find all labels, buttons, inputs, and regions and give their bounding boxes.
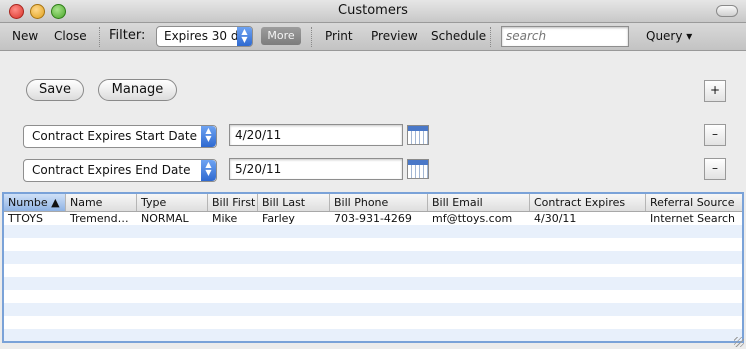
close-button[interactable]: Close [54,29,87,43]
condition-field-value: Contract Expires Start Date [32,129,197,143]
empty-row [4,264,742,277]
updown-arrow-icon: ▲ ▼ [201,160,216,181]
cell-bill-phone: 703-931-4269 [334,212,412,225]
start-date-field[interactable]: 4/20/11 [229,124,403,146]
calendar-icon[interactable] [407,159,429,179]
condition-field-value: Contract Expires End Date [32,163,191,177]
empty-row [4,277,742,290]
toolbar-separator [490,27,492,47]
empty-row [4,329,742,341]
column-header-name[interactable]: Name [66,194,137,211]
more-button[interactable]: More [261,27,301,45]
cell-bill-email: mf@ttoys.com [432,212,513,225]
column-header-bill-phone[interactable]: Bill Phone [330,194,428,211]
empty-row [4,238,742,251]
end-date-field[interactable]: 5/20/11 [229,158,403,180]
cell-bill-last: Farley [262,212,295,225]
column-header-number[interactable]: Numbe ▲ [4,194,66,211]
empty-row [4,303,742,316]
empty-row [4,251,742,264]
toolbar-separator [311,27,313,47]
cell-number: TTOYS [8,212,44,225]
toolbar: New Close Filter: Expires 30 da ▲ ▼ More … [0,23,746,51]
search-field[interactable] [501,26,629,47]
condition-field-select[interactable]: Contract Expires Start Date ▲ ▼ [23,125,217,148]
column-header-bill-email[interactable]: Bill Email [428,194,530,211]
toolbar-separator [99,27,101,47]
search-input[interactable] [506,29,624,43]
cell-name: Tremend… [70,212,129,225]
title-bar: Customers [0,0,746,23]
table-header: Numbe ▲ Name Type Bill First Bill Last B… [4,194,742,212]
print-button[interactable]: Print [325,29,353,43]
cell-bill-first: Mike [212,212,238,225]
customers-window: Customers New Close Filter: Expires 30 d… [0,0,746,349]
customers-table: Numbe ▲ Name Type Bill First Bill Last B… [2,192,744,343]
start-date-value: 4/20/11 [235,128,282,142]
column-header-type[interactable]: Type [137,194,208,211]
calendar-icon[interactable] [407,125,429,145]
column-header-referral-source[interactable]: Referral Source [646,194,742,211]
column-header-bill-last[interactable]: Bill Last [258,194,330,211]
filter-select-value: Expires 30 da [164,29,246,43]
updown-arrow-icon: ▲ ▼ [201,126,216,147]
window-title: Customers [338,3,408,18]
manage-button[interactable]: Manage [98,79,177,101]
updown-arrow-icon: ▲ ▼ [237,27,252,46]
empty-row [4,290,742,303]
new-button[interactable]: New [12,29,38,43]
add-condition-button[interactable]: + [704,80,726,102]
toolbar-toggle-icon[interactable] [716,5,738,17]
table-row[interactable]: TTOYS Tremend… NORMAL Mike Farley 703-93… [4,212,742,225]
condition-field-select[interactable]: Contract Expires End Date ▲ ▼ [23,159,217,182]
cell-referral-source: Internet Search [650,212,735,225]
empty-row [4,225,742,238]
remove-condition-button[interactable]: – [704,124,726,146]
query-menu-button[interactable]: Query ▾ [646,29,692,43]
schedule-button[interactable]: Schedule [431,29,486,43]
resize-grip-icon[interactable] [734,337,744,347]
cell-contract-expires: 4/30/11 [534,212,577,225]
column-header-contract-expires[interactable]: Contract Expires [530,194,646,211]
column-header-bill-first[interactable]: Bill First [208,194,258,211]
filter-label: Filter: [109,28,146,43]
empty-row [4,316,742,329]
preview-button[interactable]: Preview [371,29,418,43]
cell-type: NORMAL [141,212,189,225]
remove-condition-button[interactable]: – [704,158,726,180]
filter-select[interactable]: Expires 30 da ▲ ▼ [156,26,253,47]
save-button[interactable]: Save [26,79,84,101]
end-date-value: 5/20/11 [235,162,282,176]
